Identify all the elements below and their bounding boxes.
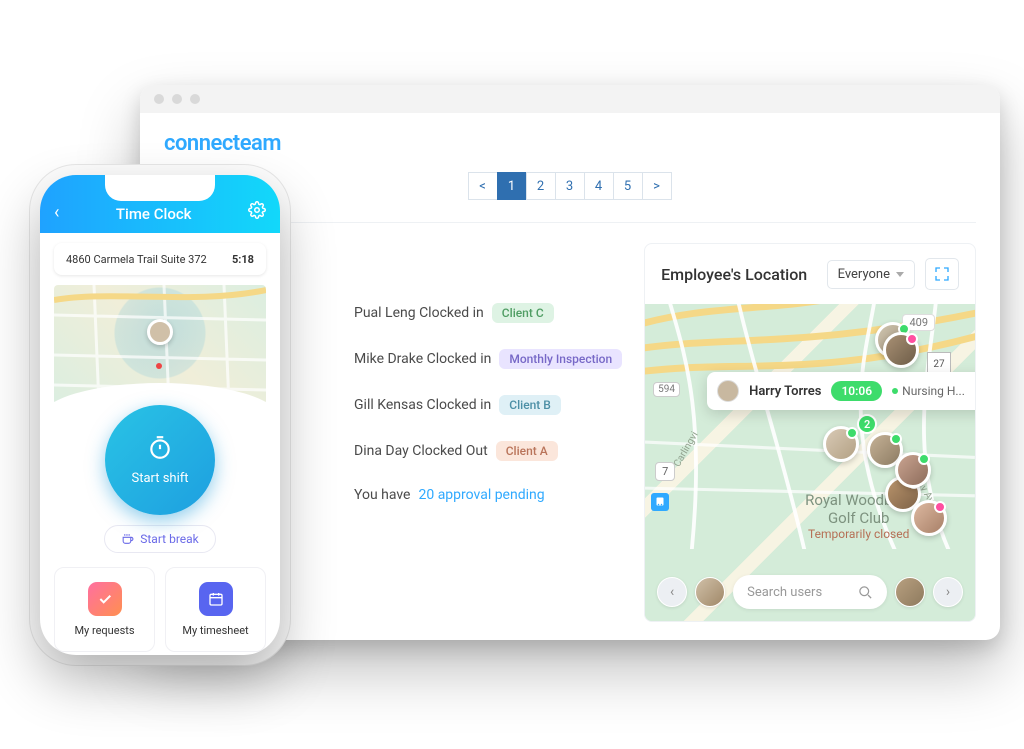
- avatar-cluster-count[interactable]: 2: [857, 414, 877, 434]
- prev-user-button[interactable]: ‹: [657, 577, 687, 607]
- map-search-bar: ‹ Search users ›: [657, 575, 963, 609]
- start-break-label: Start break: [140, 532, 199, 546]
- my-timesheet-tile[interactable]: My timesheet: [165, 567, 266, 652]
- approval-pending-link[interactable]: 20 approval pending: [418, 487, 544, 503]
- feed-badge-client-c: Client C: [492, 303, 554, 323]
- tile-label: My requests: [63, 624, 146, 637]
- pagination-page-2[interactable]: 2: [526, 172, 556, 200]
- chevron-down-icon: [896, 272, 904, 277]
- content-row: Pual Leng Clocked in Client C Mike Drake…: [164, 243, 976, 622]
- my-requests-tile[interactable]: My requests: [54, 567, 155, 652]
- feed-item: Dina Day Clocked Out Client A: [354, 441, 622, 461]
- feed-item: Pual Leng Clocked in Client C: [354, 303, 622, 323]
- transit-icon: [651, 493, 669, 511]
- feed-badge-client-b: Client B: [499, 395, 561, 415]
- start-shift-button[interactable]: Start shift: [105, 405, 215, 515]
- search-placeholder: Search users: [747, 585, 822, 600]
- feed-text: You have: [354, 487, 410, 503]
- map-title: Employee's Location: [661, 265, 816, 284]
- browser-chrome: [140, 85, 1000, 113]
- feed-badge-client-a: Client A: [496, 441, 558, 461]
- feed-text: Mike Drake Clocked in: [354, 351, 491, 367]
- callout-avatar: [717, 380, 739, 402]
- logo-row: connecteam: [164, 131, 976, 156]
- map-header: Employee's Location Everyone: [645, 244, 975, 304]
- feed-text: Dina Day Clocked Out: [354, 443, 488, 459]
- calendar-icon: [199, 582, 233, 616]
- pagination-prev[interactable]: <: [468, 172, 498, 200]
- start-break-button[interactable]: Start break: [104, 525, 216, 553]
- map-road-badge-594: 594: [653, 382, 680, 397]
- window-dot: [154, 94, 164, 104]
- map-canvas[interactable]: 409 27 594 7 Carlingvi Skyway Ave Royal …: [645, 304, 975, 621]
- dropdown-label: Everyone: [838, 267, 890, 282]
- expand-icon: [934, 266, 950, 282]
- map-marker-dot: [156, 363, 162, 369]
- current-user-avatar[interactable]: [695, 577, 725, 607]
- pagination-page-1[interactable]: 1: [497, 172, 527, 200]
- feed-text: Pual Leng Clocked in: [354, 305, 484, 321]
- brand-logo: connecteam: [164, 131, 281, 156]
- address-text: 4860 Carmela Trail Suite 372: [66, 253, 207, 266]
- search-users-input[interactable]: Search users: [733, 575, 887, 609]
- feed-badge-monthly-inspection: Monthly Inspection: [499, 349, 622, 369]
- start-shift-label: Start shift: [131, 471, 188, 486]
- start-break-row: Start break: [40, 525, 280, 553]
- address-bar: 4860 Carmela Trail Suite 372 5:18: [54, 243, 266, 275]
- user-location-pin: [147, 319, 173, 345]
- employee-avatar[interactable]: [911, 500, 947, 536]
- pagination-page-4[interactable]: 4: [584, 172, 614, 200]
- poi-status: Temporarily closed: [805, 527, 912, 541]
- map-road-badge-7: 7: [655, 462, 675, 481]
- phone-title: Time Clock: [59, 205, 248, 223]
- clock-time: 5:18: [232, 253, 254, 266]
- pagination-next[interactable]: >: [642, 172, 672, 200]
- window-dot: [190, 94, 200, 104]
- check-icon: [88, 582, 122, 616]
- divider: [164, 222, 976, 223]
- employee-avatar[interactable]: [895, 452, 931, 488]
- employee-location-panel: Employee's Location Everyone: [644, 243, 976, 622]
- feed-item: Gill Kensas Clocked in Client B: [354, 395, 622, 415]
- callout-name: Harry Torres: [749, 384, 821, 399]
- employee-avatar[interactable]: [823, 426, 859, 462]
- next-user-avatar[interactable]: [895, 577, 925, 607]
- filter-dropdown[interactable]: Everyone: [827, 260, 915, 289]
- pagination: < 1 2 3 4 5 >: [164, 172, 976, 200]
- gear-icon[interactable]: [248, 201, 266, 223]
- expand-button[interactable]: [925, 258, 959, 290]
- window-dot: [172, 94, 182, 104]
- tile-label: My timesheet: [174, 624, 257, 637]
- pagination-page-5[interactable]: 5: [613, 172, 643, 200]
- feed-item: Mike Drake Clocked in Monthly Inspection: [354, 349, 622, 369]
- phone-tiles: My requests My timesheet: [40, 567, 280, 652]
- search-icon: [858, 585, 873, 600]
- feed-item-approvals: You have 20 approval pending: [354, 487, 622, 503]
- stopwatch-icon: [147, 435, 173, 467]
- pagination-page-3[interactable]: 3: [555, 172, 585, 200]
- employee-callout[interactable]: Harry Torres 10:06 Nursing H... ›: [707, 372, 975, 410]
- callout-location: Nursing H...: [892, 384, 965, 398]
- phone-notch: [105, 175, 215, 201]
- callout-time: 10:06: [831, 381, 882, 401]
- coffee-icon: [121, 533, 134, 546]
- phone-mock: ‹ Time Clock 4860 Carmela Trail Suite 37…: [40, 175, 280, 655]
- feed-text: Gill Kensas Clocked in: [354, 397, 491, 413]
- next-user-button[interactable]: ›: [933, 577, 963, 607]
- employee-avatar[interactable]: [883, 332, 919, 368]
